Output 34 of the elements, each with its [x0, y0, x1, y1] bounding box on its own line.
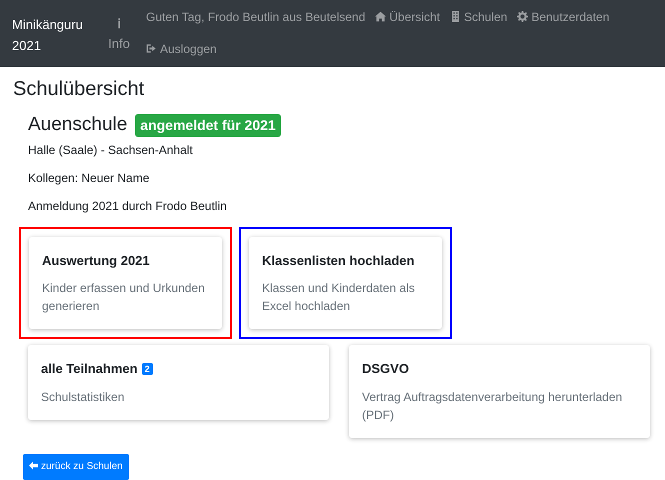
nav-link[interactable]: Ausloggen	[146, 40, 217, 58]
info-text: Halle (Saale) - Sachsen-Anhalt	[28, 142, 194, 158]
status-badge: angemeldet für 2021	[135, 114, 281, 137]
card-title[interactable]: alle Teilnahmen	[41, 361, 138, 376]
card-title[interactable]: Auswertung 2021	[42, 252, 150, 268]
nav-link[interactable]: Benutzerdaten	[517, 8, 610, 26]
info-link[interactable]: Info	[108, 34, 130, 54]
page-title: Schulübersicht	[13, 77, 146, 101]
house-icon	[375, 11, 386, 22]
card-background[interactable]: Auswertung 2021 Kinder erfassen und Urkunden generieren	[29, 236, 222, 329]
back-button[interactable]: zurück zu Schulen	[23, 454, 129, 480]
card-background[interactable]: Klassenlisten hochladen Klassen und Kinderdaten als Excel hochladen	[249, 236, 442, 329]
nav-link[interactable]: Schulen	[450, 8, 508, 26]
count-badge: 2	[142, 363, 153, 375]
greeting-text: Guten Tag, Frodo Beutlin aus Beutelsend	[146, 9, 366, 26]
card-text: Vertrag Auftragsdatenverarbeitung herunterladen (PDF)	[362, 388, 624, 424]
building-icon	[450, 11, 461, 22]
gear-icon	[517, 11, 528, 22]
card-title[interactable]: Klassenlisten hochladen	[262, 252, 414, 268]
brand-text[interactable]: 2021	[12, 35, 100, 56]
arrow-left-icon	[29, 460, 38, 470]
info-text: Anmeldung 2021 durch Frodo Beutlin	[28, 198, 228, 214]
info-icon[interactable]: ℹ	[118, 14, 120, 34]
card-background[interactable]: DSGVO Vertrag Auftragsdatenverarbeitung herunterladen (PDF)	[349, 345, 650, 438]
card-background[interactable]: alle Teilnahmen 2 Schulstatistiken	[28, 345, 329, 420]
nav-link[interactable]: Übersicht	[375, 8, 440, 26]
card-text: Kinder erfassen und Urkunden generieren	[42, 280, 206, 315]
card-text: Schulstatistiken	[41, 388, 126, 406]
logout-icon	[146, 43, 157, 54]
card-title[interactable]: DSGVO	[362, 361, 409, 376]
school-name: Auenschule	[28, 113, 128, 137]
brand-text[interactable]: Minikänguru	[12, 14, 100, 35]
card-text: Klassen und Kinderdaten als Excel hochladen	[262, 280, 416, 315]
info-text: Kollegen: Neuer Name	[28, 170, 150, 186]
